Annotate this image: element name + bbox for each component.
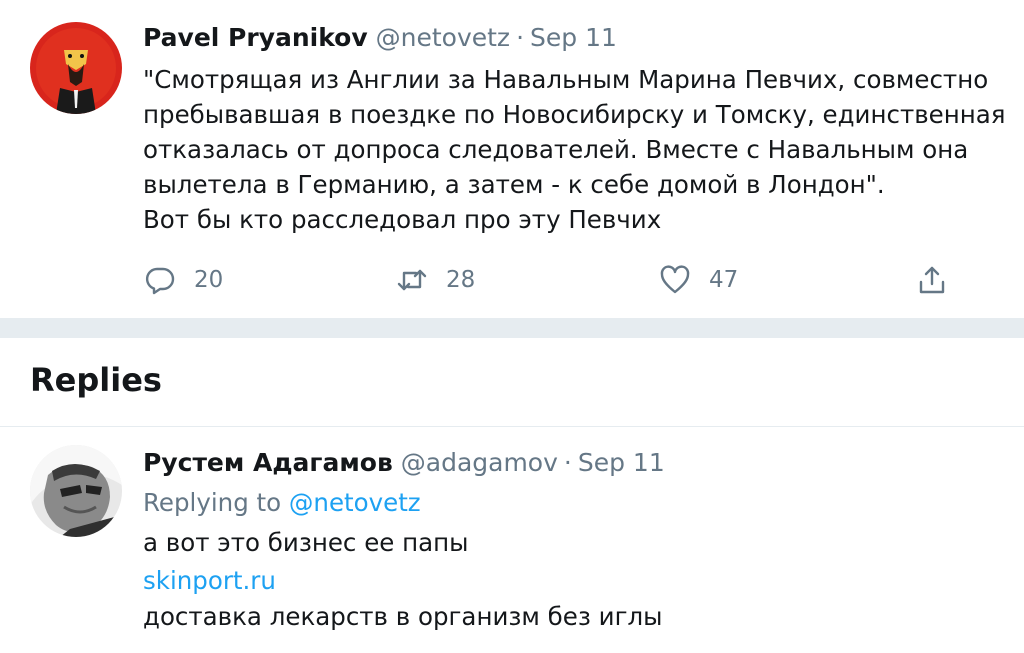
reply-button[interactable]: 20 <box>144 258 223 302</box>
tweet-date[interactable]: Sep 11 <box>530 23 617 52</box>
display-name[interactable]: Рустем Адагамов <box>143 448 393 477</box>
section-separator <box>0 318 1024 338</box>
avatar[interactable] <box>30 445 122 537</box>
tweet-text: "Смотрящая из Англии за Навальным Марина… <box>143 65 1006 234</box>
user-handle[interactable]: @netovetz <box>376 23 510 52</box>
avatar-image <box>30 445 122 537</box>
separator-dot: · <box>563 448 572 477</box>
replying-prefix: Replying to <box>143 488 282 517</box>
tweet-actions: 20 28 47 <box>0 258 1024 302</box>
display-name[interactable]: Pavel Pryanikov <box>143 23 368 52</box>
user-handle[interactable]: @adagamov <box>401 448 558 477</box>
share-icon <box>919 266 945 294</box>
tweet-thread-page: Pavel Pryanikov @netovetz · Sep 11 "Смотря… <box>0 0 1024 653</box>
avatar[interactable] <box>30 22 122 114</box>
reply-text-line: доставка лекарств в организм без иглы <box>143 602 663 631</box>
avatar-image <box>30 22 122 114</box>
replying-to: Replying to @netovetz <box>143 487 421 519</box>
reply-text-line: а вот это бизнес ее папы <box>143 528 469 557</box>
replies-header: Replies <box>0 338 1024 427</box>
reply-count: 20 <box>194 267 224 293</box>
like-button[interactable]: 47 <box>659 258 738 302</box>
like-count: 47 <box>709 267 739 293</box>
retweet-button[interactable]: 28 <box>396 258 475 302</box>
reply-link[interactable]: skinport.ru <box>143 565 276 597</box>
heart-icon <box>660 265 690 294</box>
reply-tweet[interactable]: Рустем Адагамов @adagamov · Sep 11 Replyin… <box>0 427 1024 653</box>
retweet-icon <box>397 269 427 291</box>
reply-date[interactable]: Sep 11 <box>578 448 665 477</box>
retweet-count: 28 <box>446 267 476 293</box>
tweet-header: Pavel Pryanikov @netovetz · Sep 11 <box>143 23 617 53</box>
replying-mention-link[interactable]: @netovetz <box>289 488 421 517</box>
replies-title: Replies <box>30 361 162 399</box>
main-tweet[interactable]: Pavel Pryanikov @netovetz · Sep 11 "Смотря… <box>0 0 1024 318</box>
share-button[interactable] <box>916 258 948 302</box>
reply-header: Рустем Адагамов @adagamov · Sep 11 <box>143 448 665 478</box>
separator-dot: · <box>516 23 525 52</box>
reply-icon <box>145 267 175 295</box>
